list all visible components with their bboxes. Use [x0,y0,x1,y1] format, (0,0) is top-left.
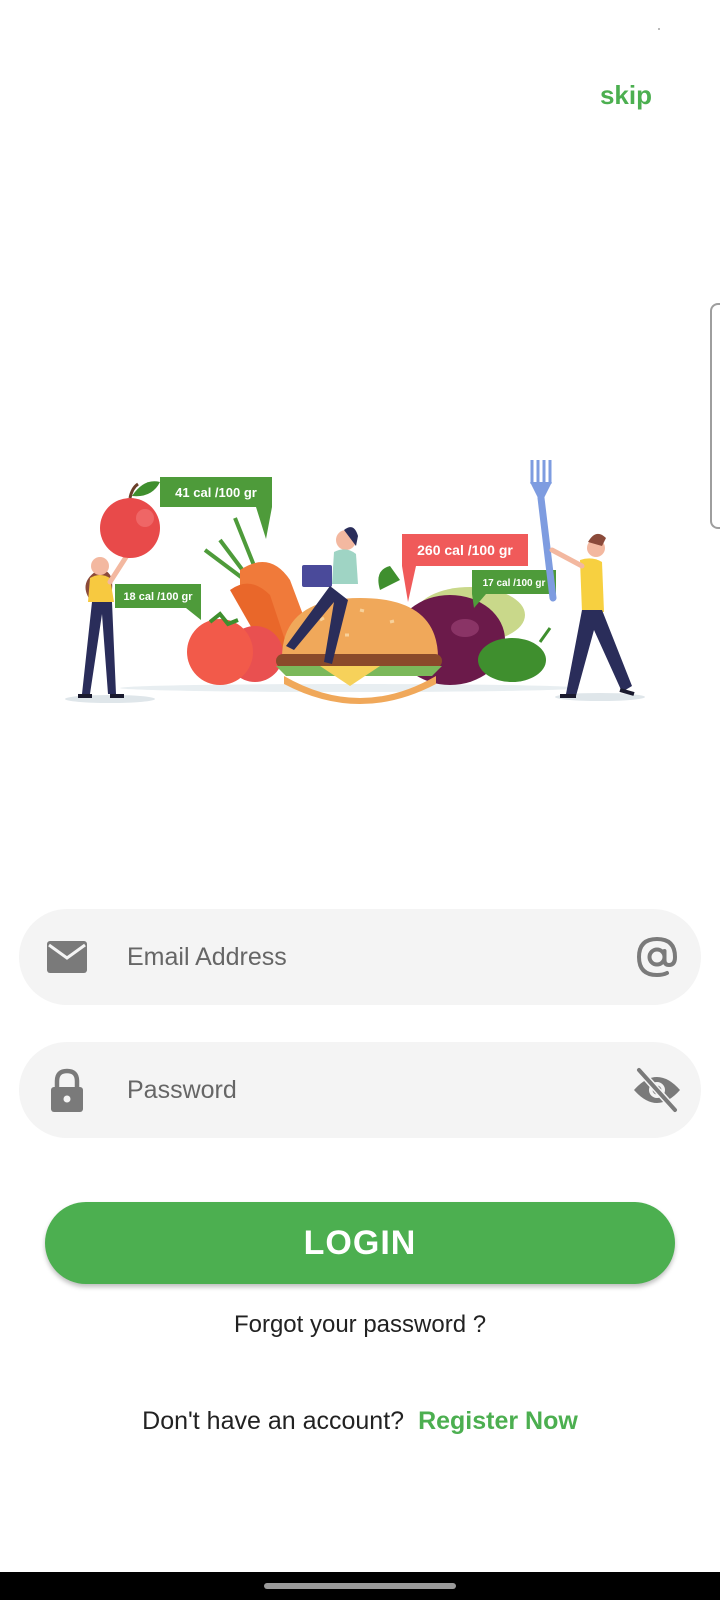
svg-text:260 cal /100 gr: 260 cal /100 gr [417,542,513,558]
edge-panel-handle[interactable] [710,303,720,529]
register-row: Don't have an account? Register Now [0,1407,720,1436]
lock-icon [51,1068,83,1112]
password-field[interactable] [19,1042,701,1138]
man-figure [549,533,635,698]
envelope-icon [47,941,87,973]
eye-off-icon[interactable] [631,1064,683,1116]
no-account-text: Don't have an account? [142,1407,405,1435]
svg-text:17 cal /100 gr: 17 cal /100 gr [483,578,546,589]
tag-tomato: 18 cal /100 gr [115,584,201,620]
password-input[interactable] [127,1062,627,1118]
email-input[interactable] [127,929,627,985]
register-now-link[interactable]: Register Now [418,1407,578,1435]
status-dot [658,28,660,30]
svg-text:18 cal /100 gr: 18 cal /100 gr [123,591,193,603]
system-navigation-bar [0,1572,720,1600]
login-button[interactable]: LOGIN [45,1202,675,1284]
home-gesture-handle[interactable] [264,1583,456,1589]
at-sign-icon [636,936,678,978]
tag-apple: 41 cal /100 gr [160,477,272,539]
forgot-password-link[interactable]: Forgot your password ? [0,1311,720,1339]
skip-button[interactable]: skip [600,80,652,111]
woman-figure [78,551,131,698]
email-field[interactable] [19,909,701,1005]
svg-text:41 cal /100 gr: 41 cal /100 gr [175,485,257,500]
apple [100,481,160,558]
food-calories-illustration: 41 cal /100 gr 18 cal /100 gr 260 cal /1… [65,460,645,704]
